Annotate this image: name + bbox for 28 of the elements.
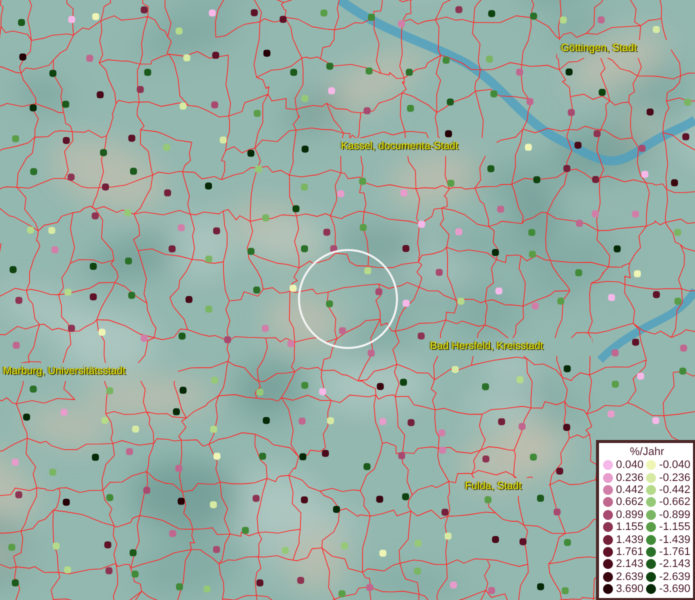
legend-label: -1.761 — [659, 546, 690, 558]
legend-label: -2.639 — [659, 570, 690, 583]
legend-label: 0.662 — [616, 496, 644, 508]
legend-label: 0.899 — [616, 508, 644, 521]
legend-label: -1.439 — [659, 534, 690, 546]
legend-label: 0.236 — [616, 472, 644, 484]
place-label: Kassel, documenta-Stadt — [341, 140, 458, 152]
legend-label: 1.439 — [616, 534, 644, 546]
place-label: Marburg, Universitätsstadt — [3, 365, 126, 377]
legend-label: 0.040 — [616, 459, 644, 472]
legend-label: -0.442 — [659, 484, 690, 496]
legend-label: -0.662 — [659, 496, 690, 508]
legend-label: 0.442 — [616, 484, 644, 496]
legend-label: 2.143 — [616, 558, 644, 570]
place-label: Göttingen, Stadt — [561, 42, 637, 54]
legend-label: -0.899 — [659, 508, 690, 521]
place-label: Bad Hersfeld, Kreisstadt — [430, 340, 544, 352]
legend-label: 3.690 — [616, 583, 644, 596]
legend-title: %/Jahr — [628, 445, 666, 459]
legend-label: -2.143 — [659, 558, 690, 570]
legend-label: 2.639 — [616, 570, 644, 583]
legend-label: 1.155 — [616, 521, 644, 534]
legend-label: -0.040 — [659, 459, 690, 472]
legend-label: -3.690 — [659, 583, 690, 596]
legend-label: -1.155 — [659, 521, 690, 534]
legend-label: -0.236 — [659, 472, 690, 484]
legend-label: 1.761 — [616, 546, 644, 558]
place-label: Fulda, Stadt — [465, 480, 522, 492]
